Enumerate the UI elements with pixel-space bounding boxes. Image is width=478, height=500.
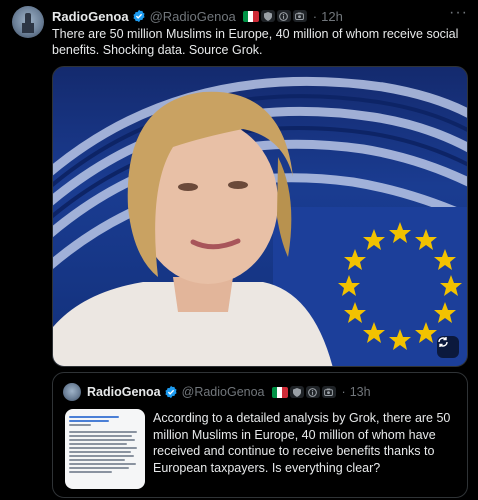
tweet[interactable]: RadioGenoa @RadioGenoa · 12h ··· There a… [0, 0, 478, 500]
shield-badge-icon [260, 10, 275, 22]
verified-icon [164, 385, 178, 399]
more-icon[interactable]: ··· [449, 4, 468, 22]
quote-avatar[interactable] [63, 383, 81, 401]
shield-badge-icon [289, 386, 304, 398]
photo-illustration [53, 76, 467, 366]
verified-icon [132, 9, 146, 23]
italy-flag-icon [242, 10, 259, 22]
info-badge-icon [305, 386, 320, 398]
camera-badge-icon [321, 386, 336, 398]
quote-handle[interactable]: @RadioGenoa [182, 385, 265, 399]
tweet-image[interactable] [52, 66, 468, 367]
time-separator: · [312, 8, 318, 24]
info-badge-icon [276, 10, 291, 22]
quote-timestamp[interactable]: 13h [350, 385, 371, 399]
avatar[interactable] [12, 6, 44, 38]
camera-badge-icon [292, 10, 307, 22]
quote-text: According to a detailed analysis by Grok… [153, 411, 451, 475]
handle[interactable]: @RadioGenoa [150, 9, 236, 24]
quoted-tweet[interactable]: RadioGenoa @RadioGenoa · 13h According t… [52, 372, 468, 498]
quote-header: RadioGenoa @RadioGenoa · 13h [87, 385, 371, 399]
affiliation-badges [242, 10, 307, 22]
tweet-header: RadioGenoa @RadioGenoa · 12h [52, 8, 343, 24]
quote-thumbnail[interactable] [65, 409, 145, 489]
quote-display-name[interactable]: RadioGenoa [87, 385, 161, 399]
media-alt-icon[interactable] [437, 336, 459, 358]
quote-affiliation-badges [271, 386, 336, 398]
italy-flag-icon [271, 386, 288, 398]
display-name[interactable]: RadioGenoa [52, 9, 129, 24]
timestamp[interactable]: 12h [321, 9, 343, 24]
quote-time-separator: · [341, 385, 346, 399]
tweet-text: There are 50 million Muslims in Europe, … [52, 27, 459, 57]
